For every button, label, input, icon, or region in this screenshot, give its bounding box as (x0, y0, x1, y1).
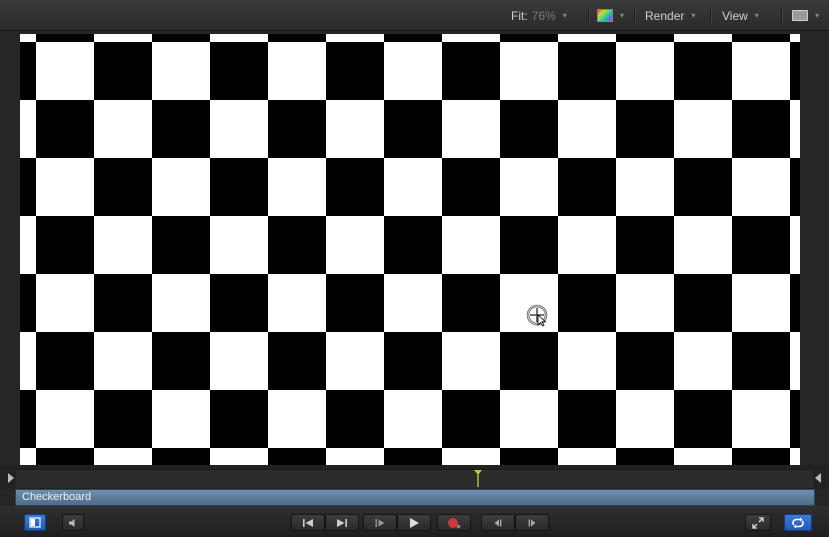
go-to-end-icon (337, 518, 347, 527)
record-icon (448, 517, 461, 528)
fit-value: 76% (531, 8, 556, 23)
view-menu[interactable]: View ▾ (722, 0, 759, 31)
chevron-down-icon: ▾ (562, 11, 567, 20)
loop-playback-icon (792, 517, 804, 528)
go-to-start-button[interactable] (291, 514, 325, 531)
fullscreen-button[interactable] (745, 514, 771, 531)
viewer-layout-icon (792, 10, 808, 21)
audio-button[interactable] (62, 514, 84, 531)
toolbar-divider (710, 7, 711, 24)
go-to-start-icon (303, 518, 313, 527)
fit-zoom-menu[interactable]: Fit: 76% ▾ (511, 0, 567, 31)
render-menu[interactable]: Render ▾ (645, 0, 695, 31)
transport-controls (0, 506, 829, 537)
color-swatch-icon (597, 9, 613, 22)
chevron-down-icon: ▾ (691, 11, 696, 20)
play-range-end-icon[interactable] (815, 473, 821, 483)
audio-icon (69, 518, 75, 527)
go-to-end-button[interactable] (325, 514, 359, 531)
timeline-ruler[interactable] (16, 469, 813, 488)
next-frame-button[interactable] (515, 514, 549, 531)
canvas-area (0, 31, 829, 465)
play-range-start-icon[interactable] (8, 473, 14, 483)
timeline-clip[interactable]: Checkerboard (15, 489, 815, 506)
onscreen-control-cursor-icon (526, 304, 548, 327)
toggle-timing-icon (29, 517, 41, 528)
toggle-timing-button[interactable] (24, 514, 46, 531)
viewer-layout-menu[interactable]: ▾ (792, 0, 819, 31)
record-button[interactable] (437, 514, 471, 531)
play-from-start-button[interactable] (363, 514, 397, 531)
play-button[interactable] (397, 514, 431, 531)
view-label: View (722, 8, 748, 23)
play-icon (410, 517, 419, 528)
chevron-down-icon: ▾ (815, 11, 820, 20)
chevron-down-icon: ▾ (620, 11, 625, 20)
fit-label: Fit: (511, 8, 528, 23)
play-from-start-icon (375, 518, 385, 527)
next-frame-icon (528, 519, 536, 526)
mini-timeline[interactable] (0, 465, 829, 489)
toolbar-divider (634, 7, 635, 24)
fullscreen-icon (752, 516, 764, 529)
playhead-icon[interactable] (473, 469, 483, 487)
previous-frame-icon (494, 519, 502, 526)
color-channels-menu[interactable]: ▾ (597, 0, 624, 31)
checkerboard-canvas[interactable] (20, 34, 800, 465)
chevron-down-icon: ▾ (754, 11, 759, 20)
viewer-toolbar: Fit: 76% ▾ ▾ Render ▾ View ▾ ▾ (0, 0, 829, 31)
toolbar-divider (781, 7, 782, 24)
toolbar-divider (588, 7, 589, 24)
render-label: Render (645, 8, 685, 23)
previous-frame-button[interactable] (481, 514, 515, 531)
loop-playback-button[interactable] (784, 514, 812, 531)
